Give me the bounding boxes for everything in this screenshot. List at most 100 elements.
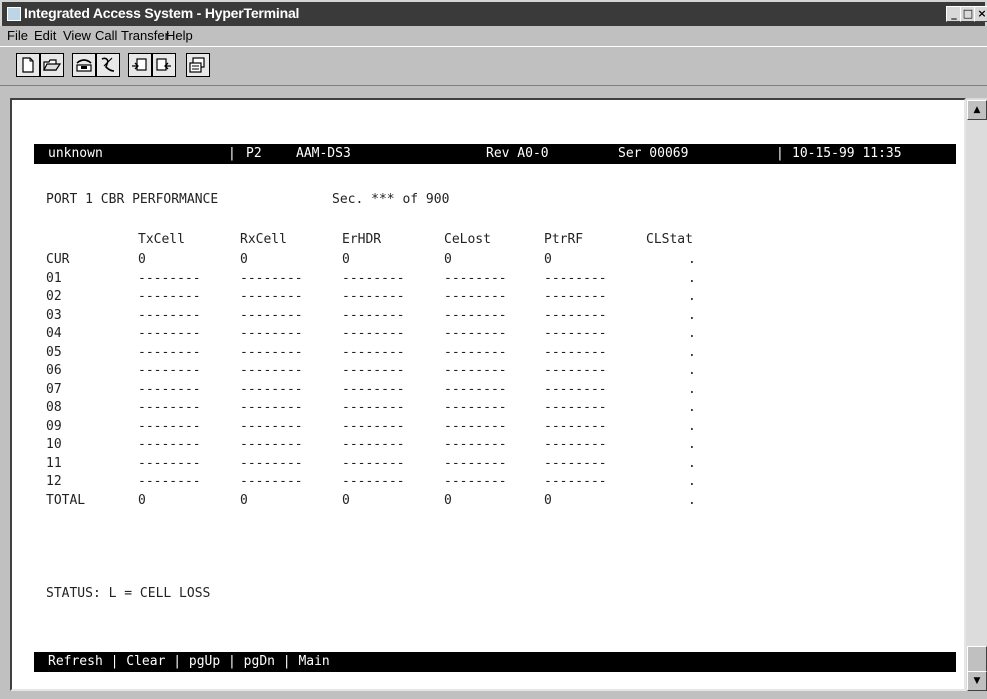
title-bar[interactable]: Integrated Access System - HyperTerminal… — [0, 0, 987, 26]
new-connection-button[interactable] — [16, 53, 40, 77]
column-header-txcell: TxCell — [138, 232, 185, 247]
table-cell: -------- — [342, 326, 405, 341]
table-cell: -------- — [240, 474, 303, 489]
table-cell: . — [688, 493, 696, 508]
table-cell: -------- — [544, 363, 607, 378]
menu-edit[interactable]: Edit — [34, 28, 56, 43]
table-cell: 0 — [444, 252, 452, 267]
client-area: unknown | P2 AAM-DS3 Rev A0-0 Ser 00069 … — [0, 86, 987, 699]
open-folder-icon — [43, 59, 62, 71]
column-header-ptrrf: PtrRF — [544, 232, 584, 247]
scroll-down-icon[interactable]: ▼ — [967, 671, 987, 691]
table-cell: . — [688, 382, 696, 397]
table-cell: . — [688, 474, 696, 489]
table-cell: -------- — [444, 437, 507, 452]
table-cell: -------- — [444, 456, 507, 471]
table-cell: -------- — [240, 289, 303, 304]
table-cell: -------- — [444, 400, 507, 415]
table-cell: -------- — [544, 400, 607, 415]
table-cell: . — [688, 456, 696, 471]
row-label: 10 — [46, 437, 62, 452]
open-button[interactable] — [40, 53, 64, 77]
card-serial: Ser 00069 — [618, 146, 689, 161]
scroll-up-icon[interactable]: ▲ — [967, 100, 987, 120]
terminal-screen[interactable]: unknown | P2 AAM-DS3 Rev A0-0 Ser 00069 … — [10, 98, 966, 691]
table-cell: -------- — [342, 382, 405, 397]
phone-connect-icon — [76, 59, 92, 72]
table-cell: 0 — [240, 493, 248, 508]
properties-button[interactable] — [186, 53, 210, 77]
menu-help[interactable]: Help — [166, 28, 193, 43]
row-label: 06 — [46, 363, 62, 378]
table-cell: . — [688, 345, 696, 360]
properties-icon — [189, 57, 205, 73]
connect-button[interactable] — [72, 53, 96, 77]
table-cell: -------- — [138, 363, 201, 378]
table-cell: -------- — [444, 419, 507, 434]
send-file-icon — [132, 58, 147, 71]
table-cell: -------- — [544, 456, 607, 471]
table-cell: -------- — [342, 308, 405, 323]
scroll-thumb[interactable] — [967, 646, 987, 672]
table-cell: -------- — [444, 289, 507, 304]
table-cell: -------- — [544, 308, 607, 323]
table-cell: -------- — [544, 345, 607, 360]
receive-file-button[interactable] — [152, 53, 176, 77]
table-cell: -------- — [342, 474, 405, 489]
status-legend: STATUS: L = CELL LOSS — [46, 586, 211, 601]
terminal-header-bar: unknown | P2 AAM-DS3 Rev A0-0 Ser 00069 … — [34, 144, 956, 164]
command-menu[interactable]: Refresh | Clear | pgUp | pgDn | Main — [48, 654, 330, 670]
table-cell: -------- — [138, 456, 201, 471]
send-file-button[interactable] — [128, 53, 152, 77]
table-cell: -------- — [342, 271, 405, 286]
table-cell: -------- — [240, 382, 303, 397]
terminal-footer-bar: Refresh | Clear | pgUp | pgDn | Main — [34, 652, 956, 672]
column-header-rxcell: RxCell — [240, 232, 287, 247]
table-cell: -------- — [240, 419, 303, 434]
table-cell: . — [688, 271, 696, 286]
table-cell: -------- — [240, 437, 303, 452]
row-label: 09 — [46, 419, 62, 434]
table-cell: 0 — [240, 252, 248, 267]
table-cell: 0 — [342, 252, 350, 267]
hyperterminal-app-icon[interactable] — [7, 7, 21, 21]
table-cell: -------- — [138, 345, 201, 360]
menu-view[interactable]: View — [63, 28, 91, 43]
table-cell: -------- — [138, 326, 201, 341]
table-cell: -------- — [342, 363, 405, 378]
window-title: Integrated Access System - HyperTerminal — [24, 5, 300, 21]
table-cell: -------- — [444, 271, 507, 286]
card-revision: Rev A0-0 — [486, 146, 549, 161]
column-header-clstat: CLStat — [646, 232, 693, 247]
table-cell: . — [688, 326, 696, 341]
table-cell: -------- — [444, 345, 507, 360]
table-cell: -------- — [342, 400, 405, 415]
menu-transfer[interactable]: Transfer — [121, 28, 169, 43]
row-label: 04 — [46, 326, 62, 341]
close-button[interactable]: × — [974, 6, 987, 22]
table-cell: -------- — [444, 382, 507, 397]
table-cell: . — [688, 289, 696, 304]
row-label: 03 — [46, 308, 62, 323]
disconnect-button[interactable] — [96, 53, 120, 77]
row-label: CUR — [46, 252, 70, 267]
table-cell: . — [688, 363, 696, 378]
table-cell: -------- — [544, 289, 607, 304]
row-label: 12 — [46, 474, 62, 489]
receive-file-icon — [156, 58, 171, 71]
slot-id: P2 — [246, 146, 262, 161]
vertical-scrollbar[interactable]: ▲ ▼ — [966, 98, 987, 691]
table-cell: -------- — [444, 474, 507, 489]
date-time: 10-15-99 11:35 — [792, 146, 902, 161]
row-label: 05 — [46, 345, 62, 360]
column-header-erhdr: ErHDR — [342, 232, 382, 247]
table-cell: -------- — [240, 345, 303, 360]
table-cell: -------- — [544, 419, 607, 434]
header-separator: | — [228, 146, 236, 161]
table-cell: -------- — [240, 326, 303, 341]
menu-call[interactable]: Call — [95, 28, 117, 43]
table-cell: 0 — [444, 493, 452, 508]
table-cell: . — [688, 308, 696, 323]
menu-file[interactable]: File — [7, 28, 28, 43]
table-cell: -------- — [240, 308, 303, 323]
